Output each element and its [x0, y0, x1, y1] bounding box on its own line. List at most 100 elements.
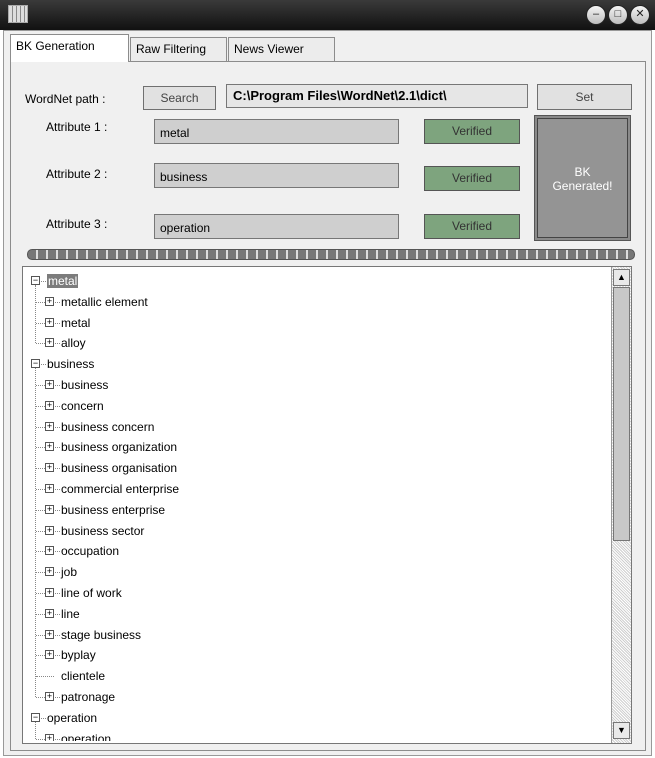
tree-connector: [41, 717, 46, 719]
tree-connector: [55, 385, 60, 386]
attribute-2-label: Attribute 2 :: [46, 167, 108, 181]
expand-icon[interactable]: +: [45, 463, 54, 473]
bk-generated-indicator: BK Generated!: [534, 115, 631, 241]
tree-node-root[interactable]: operation: [47, 708, 97, 728]
expand-icon[interactable]: +: [45, 484, 54, 493]
scroll-down-icon[interactable]: ▼: [613, 722, 630, 739]
tree-node-child[interactable]: clientele: [61, 666, 105, 686]
tree-connector: [55, 489, 60, 490]
expand-icon[interactable]: +: [45, 588, 54, 597]
expand-icon[interactable]: +: [45, 733, 54, 741]
tree-node-child[interactable]: alloy: [61, 333, 86, 353]
attribute-3-verified-button[interactable]: Verified: [424, 214, 520, 239]
tab-news-viewer[interactable]: News Viewer: [228, 37, 335, 61]
collapse-icon[interactable]: −: [31, 712, 40, 722]
wordnet-tree-view[interactable]: − metal + metallic element + metal + alloy − busi…: [22, 266, 632, 744]
progress-bar: [27, 249, 635, 260]
attribute-3-label: Attribute 3 :: [46, 217, 108, 231]
expand-icon[interactable]: +: [45, 650, 54, 660]
attribute-3-input[interactable]: operation: [154, 214, 399, 239]
tree-node-child[interactable]: commercial enterprise: [61, 479, 179, 499]
tree-connector: [35, 368, 36, 697]
expand-icon[interactable]: +: [45, 525, 54, 535]
tab-bk-generation[interactable]: BK Generation: [10, 34, 129, 62]
tree-node-child[interactable]: occupation: [61, 541, 119, 561]
tree-node-label: business: [47, 357, 95, 372]
set-button[interactable]: Set: [537, 84, 632, 110]
attribute-1-verified-button[interactable]: Verified: [424, 119, 520, 144]
attribute-1-input[interactable]: metal: [154, 119, 399, 144]
tree-connector: [55, 322, 60, 324]
collapse-icon[interactable]: −: [31, 276, 40, 285]
expand-icon[interactable]: +: [45, 504, 54, 514]
tree-node-child[interactable]: metal: [61, 313, 90, 333]
tree-connector: [35, 285, 36, 344]
tree-connector: [55, 655, 60, 657]
tree-connector: [41, 281, 46, 282]
tree-connector: [41, 364, 46, 366]
expand-icon[interactable]: +: [45, 567, 54, 577]
expand-icon[interactable]: +: [45, 380, 54, 389]
tree-connector: [55, 468, 60, 470]
tree-connector: [55, 697, 60, 698]
tree-node-label: operation: [47, 710, 98, 725]
scroll-up-icon[interactable]: ▲: [613, 269, 630, 286]
scroll-thumb[interactable]: [613, 287, 630, 541]
expand-icon[interactable]: +: [45, 400, 54, 410]
tree-connector: [55, 530, 60, 532]
tree-node-child[interactable]: business sector: [61, 521, 144, 541]
expand-icon[interactable]: +: [45, 692, 54, 701]
tree-node-child[interactable]: line of work: [61, 583, 122, 603]
main-window: BK Generation Raw Filtering News Viewer …: [3, 30, 652, 756]
tree-node-child[interactable]: metallic element: [61, 292, 148, 312]
bk-status-line1: BK: [574, 165, 591, 179]
expand-icon[interactable]: +: [45, 629, 54, 639]
vertical-scrollbar[interactable]: ▲ ▼: [611, 267, 631, 743]
tree-node-child[interactable]: stage business: [61, 625, 141, 645]
tree-connector: [55, 509, 60, 511]
tree-node-child[interactable]: business concern: [61, 417, 154, 437]
attribute-1-label: Attribute 1 :: [46, 120, 108, 134]
tab-raw-filtering[interactable]: Raw Filtering: [130, 37, 227, 61]
expand-icon[interactable]: +: [45, 546, 54, 556]
tree-connector: [55, 426, 60, 428]
tree-connector: [55, 343, 60, 345]
tree-node-child[interactable]: operation: [61, 729, 111, 741]
tree-connector: [35, 721, 36, 739]
expand-icon[interactable]: +: [45, 421, 54, 431]
tree-node-child[interactable]: business: [61, 375, 108, 395]
minimize-button[interactable]: –: [586, 5, 606, 25]
expand-icon[interactable]: +: [45, 608, 54, 618]
expand-icon[interactable]: +: [45, 442, 54, 452]
tree-node-child[interactable]: business organisation: [61, 458, 177, 478]
expand-icon[interactable]: +: [45, 296, 54, 306]
tree-node-label: metal: [47, 274, 79, 288]
tree-connector: [55, 447, 60, 449]
tree-connector: [55, 634, 60, 636]
tree-connector: [55, 613, 60, 615]
tree-node-child[interactable]: patronage: [61, 687, 115, 707]
tree-connector: [55, 572, 60, 574]
tree-node-child[interactable]: concern: [61, 396, 104, 416]
expand-icon[interactable]: +: [45, 338, 54, 348]
wordnet-path-label: WordNet path :: [25, 92, 106, 106]
attribute-2-input[interactable]: business: [154, 163, 399, 188]
tree-node-root[interactable]: business: [47, 354, 94, 374]
attribute-2-verified-button[interactable]: Verified: [424, 166, 520, 191]
search-button[interactable]: Search: [143, 86, 216, 110]
tree-connector: [55, 593, 60, 594]
expand-icon[interactable]: +: [45, 317, 54, 327]
tree-node-root[interactable]: metal: [47, 271, 79, 291]
close-button[interactable]: ✕: [630, 5, 650, 25]
tree-node-child[interactable]: line: [61, 604, 80, 624]
tree-connector: [55, 301, 60, 303]
collapse-icon[interactable]: −: [31, 359, 40, 369]
tree-node-child[interactable]: byplay: [61, 645, 96, 665]
bk-status-line2: Generated!: [552, 179, 613, 193]
app-icon[interactable]: [8, 5, 28, 23]
maximize-button[interactable]: □: [608, 5, 628, 25]
tree-node-child[interactable]: business organization: [61, 437, 177, 457]
tree-node-child[interactable]: business enterprise: [61, 500, 165, 520]
wordnet-path-field[interactable]: C:\Program Files\WordNet\2.1\dict\: [226, 84, 528, 108]
tree-node-child[interactable]: job: [61, 562, 77, 582]
